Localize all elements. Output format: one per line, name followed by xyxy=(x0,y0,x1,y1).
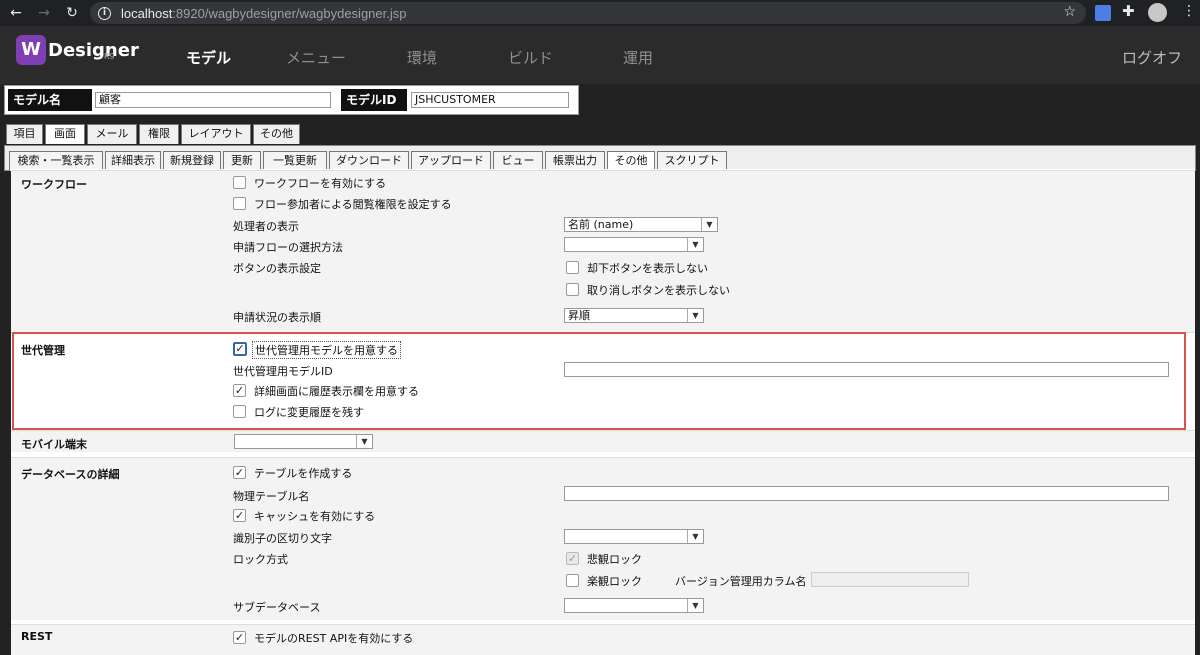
chevron-down-icon: ▼ xyxy=(356,435,372,448)
nav-environment[interactable]: 環境 xyxy=(407,47,437,68)
tab-bulk-update[interactable]: 一覧更新 xyxy=(263,151,327,171)
button-setting-label: ボタンの表示設定 xyxy=(233,262,321,275)
subdb-label: サブデータベース xyxy=(233,601,321,614)
flow-permission-label: フロー参加者による閲覧権限を設定する xyxy=(254,198,452,211)
pessimistic-lock-checkbox[interactable] xyxy=(566,552,579,565)
optimistic-lock-label: 楽観ロック xyxy=(587,575,642,588)
status-order-select[interactable]: 昇順 ▼ xyxy=(564,308,704,323)
back-icon[interactable]: ← xyxy=(2,0,30,26)
logo: W Designer xyxy=(16,35,139,65)
create-table-checkbox[interactable] xyxy=(233,466,246,479)
hide-reject-label: 却下ボタンを表示しない xyxy=(587,262,708,275)
handler-select[interactable]: 名前 (name) ▼ xyxy=(564,217,718,232)
version-column-label: バージョン管理用カラム名 xyxy=(675,575,807,588)
nav-operation[interactable]: 運用 xyxy=(623,47,653,68)
subdb-select[interactable]: ▼ xyxy=(564,598,704,613)
nav-menu[interactable]: メニュー xyxy=(286,47,346,68)
tab-fields[interactable]: 項目 xyxy=(6,124,43,144)
reload-icon[interactable]: ↻ xyxy=(58,0,86,26)
tab-layout[interactable]: レイアウト xyxy=(181,124,251,144)
enable-cache-checkbox[interactable] xyxy=(233,509,246,522)
model-name-input[interactable]: 顧客 xyxy=(95,92,331,108)
menu-kebab-icon[interactable]: ⋮ xyxy=(1182,3,1196,19)
tab-update[interactable]: 更新 xyxy=(223,151,261,171)
pessimistic-lock-label: 悲観ロック xyxy=(587,553,642,566)
bookmark-star-icon[interactable]: ☆ xyxy=(1063,4,1076,20)
logo-mark: W xyxy=(16,35,46,65)
flow-permission-checkbox[interactable] xyxy=(233,197,246,210)
mobile-section: モバイル端末 xyxy=(11,430,1195,452)
table-name-input[interactable] xyxy=(564,486,1169,501)
delimiter-select[interactable]: ▼ xyxy=(564,529,704,544)
tab-script[interactable]: スクリプト xyxy=(657,151,727,171)
rest-title: REST xyxy=(21,630,53,643)
tab-new[interactable]: 新規登録 xyxy=(163,151,221,171)
hide-reject-checkbox[interactable] xyxy=(566,261,579,274)
chevron-down-icon: ▼ xyxy=(701,218,717,231)
puzzle-icon[interactable]: ✚ xyxy=(1122,2,1138,20)
nav-build[interactable]: ビルド xyxy=(508,47,553,68)
workflow-title: ワークフロー xyxy=(21,178,87,191)
chevron-down-icon: ▼ xyxy=(687,309,703,322)
flow-select-label: 申請フローの選択方法 xyxy=(233,241,343,254)
tab-other[interactable]: その他 xyxy=(253,124,300,144)
rest-enable-label: モデルのREST APIを有効にする xyxy=(254,632,414,645)
enable-cache-label: キャッシュを有効にする xyxy=(254,510,376,523)
extension-icon[interactable] xyxy=(1095,5,1111,21)
profile-avatar[interactable] xyxy=(1148,3,1167,22)
tab-view[interactable]: ビュー xyxy=(493,151,543,171)
hide-cancel-checkbox[interactable] xyxy=(566,283,579,296)
browser-toolbar: ← → ↻ i localhost:8920/wagbydesigner/wag… xyxy=(0,0,1200,26)
app-header: W Designer R9 モデル メニュー 環境 ビルド 運用 ログオフ xyxy=(0,26,1200,84)
model-name-label: モデル名 xyxy=(8,89,92,111)
logoff-link[interactable]: ログオフ xyxy=(1122,47,1182,68)
tab-download[interactable]: ダウンロード xyxy=(329,151,409,171)
forward-icon[interactable]: → xyxy=(30,0,58,26)
version-column-input[interactable] xyxy=(811,572,969,587)
rest-enable-checkbox[interactable] xyxy=(233,631,246,644)
model-id-label: モデルID xyxy=(341,89,407,111)
tab-search-list[interactable]: 検索・一覧表示 xyxy=(9,151,103,171)
create-table-label: テーブルを作成する xyxy=(254,467,353,480)
site-info-icon[interactable]: i xyxy=(98,6,111,20)
tab-detail[interactable]: 詳細表示 xyxy=(105,151,161,171)
chevron-down-icon: ▼ xyxy=(687,238,703,251)
highlight-frame xyxy=(12,332,1186,430)
nav-model[interactable]: モデル xyxy=(186,47,231,68)
tab-screen[interactable]: 画面 xyxy=(45,124,85,144)
delimiter-label: 識別子の区切り文字 xyxy=(233,532,332,545)
status-order-label: 申請状況の表示順 xyxy=(233,311,321,324)
workflow-enable-checkbox[interactable] xyxy=(233,176,246,189)
database-title: データベースの詳細 xyxy=(21,468,120,481)
mobile-title: モバイル端末 xyxy=(21,438,87,451)
flow-select[interactable]: ▼ xyxy=(564,237,704,252)
url-text: localhost:8920/wagbydesigner/wagbydesign… xyxy=(121,5,407,21)
model-info-bar: モデル名 顧客 モデルID JSHCUSTOMER xyxy=(4,85,579,115)
rest-section: REST xyxy=(11,624,1195,655)
workflow-enable-label: ワークフローを有効にする xyxy=(254,177,387,190)
chevron-down-icon: ▼ xyxy=(687,599,703,612)
tab-upload[interactable]: アップロード xyxy=(411,151,491,171)
mobile-select[interactable]: ▼ xyxy=(234,434,373,449)
tab-mail[interactable]: メール xyxy=(87,124,137,144)
tab-report[interactable]: 帳票出力 xyxy=(545,151,605,171)
sub-tab-strip: 検索・一覧表示 詳細表示 新規登録 更新 一覧更新 ダウンロード アップロード … xyxy=(4,145,1196,171)
address-bar[interactable]: i localhost:8920/wagbydesigner/wagbydesi… xyxy=(90,2,1086,24)
table-name-label: 物理テーブル名 xyxy=(233,490,310,503)
optimistic-lock-checkbox[interactable] xyxy=(566,574,579,587)
handler-label: 処理者の表示 xyxy=(233,220,299,233)
chevron-down-icon: ▼ xyxy=(687,530,703,543)
logo-text: Designer xyxy=(48,39,139,61)
hide-cancel-label: 取り消しボタンを表示しない xyxy=(587,284,730,297)
model-id-input[interactable]: JSHCUSTOMER xyxy=(411,92,569,108)
tab-sub-other[interactable]: その他 xyxy=(607,151,655,171)
logo-version: R9 xyxy=(104,52,115,61)
tab-permission[interactable]: 権限 xyxy=(139,124,179,144)
lock-label: ロック方式 xyxy=(233,553,288,566)
